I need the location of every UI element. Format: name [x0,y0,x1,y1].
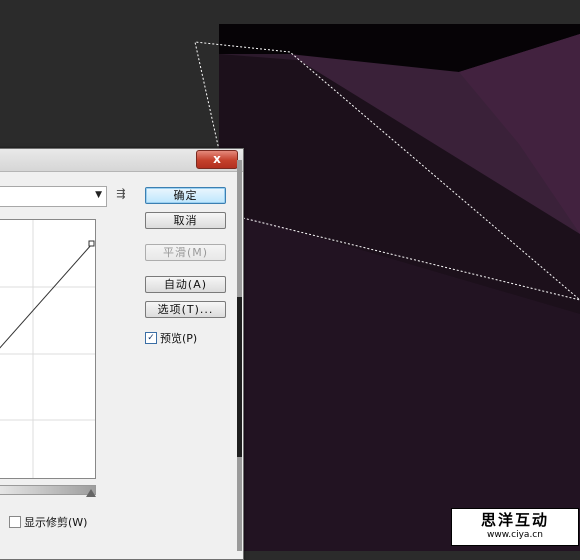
curve-grid [0,220,95,478]
preview-label: 预览(P) [160,332,198,345]
checkmark-icon: ✓ [147,333,155,343]
close-icon: x [213,152,221,166]
watermark-title: 思洋互动 [480,511,549,529]
preset-dropdown[interactable]: ▼ [0,186,107,207]
scrollbar-thumb[interactable] [237,297,242,457]
watermark: 思洋互动 www.ciya.cn [451,508,579,546]
curve-point[interactable] [88,240,95,247]
preview-checkbox-row[interactable]: ✓ 预览(P) [145,332,197,346]
show-clipping-row[interactable]: 显示修剪(W) [9,516,87,530]
options-button[interactable]: 选项(T)... [145,301,226,318]
preset-options-icon[interactable]: ⇶ [114,186,128,202]
curves-dialog: x ▼ ⇶ 确定 取消 平滑(M) 自动(A) 选项(T)... ✓ 预览(P) … [0,148,244,560]
dialog-titlebar[interactable]: x [0,149,243,172]
watermark-url: www.ciya.cn [487,530,543,540]
output-gradient-bar [0,485,96,495]
ok-button[interactable]: 确定 [145,187,226,204]
show-clipping-label: 显示修剪(W) [24,516,88,529]
show-clipping-checkbox[interactable] [9,516,21,528]
preview-checkbox[interactable]: ✓ [145,332,157,344]
white-point-slider[interactable] [86,489,96,497]
auto-button[interactable]: 自动(A) [145,276,226,293]
curve-graph[interactable] [0,219,96,479]
smooth-button[interactable]: 平滑(M) [145,244,226,261]
cancel-button[interactable]: 取消 [145,212,226,229]
close-button[interactable]: x [196,150,238,169]
chevron-down-icon: ▼ [95,190,102,200]
